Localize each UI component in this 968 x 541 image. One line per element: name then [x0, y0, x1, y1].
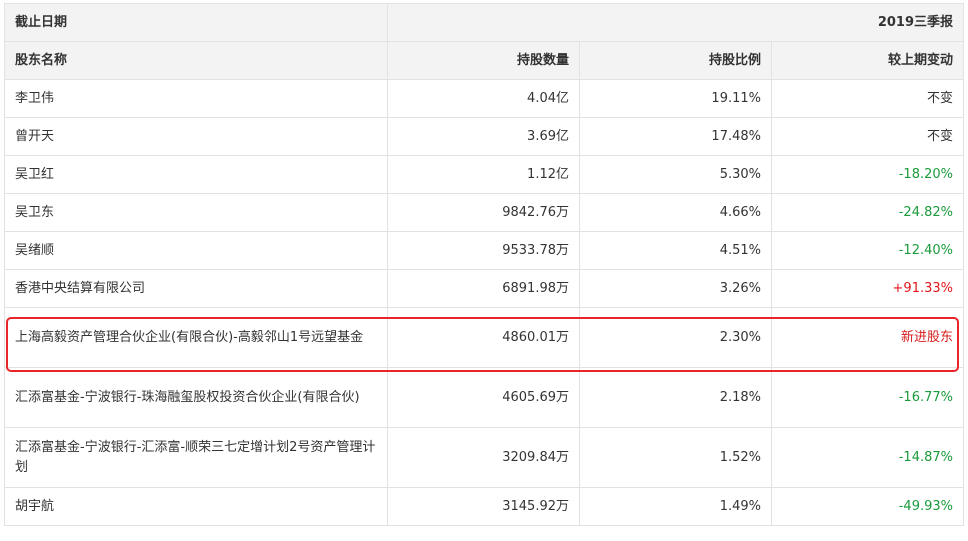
change-value: 不变 [771, 79, 964, 118]
change-value: -49.93% [771, 487, 964, 526]
shareholder-table-panel: 截止日期 2019三季报 股东名称 持股数量 持股比例 较上期变动 李卫伟 4.… [0, 0, 968, 541]
change-value: -12.40% [771, 231, 964, 270]
change-value: -14.87% [771, 427, 964, 488]
change-value: -24.82% [771, 193, 964, 232]
shareholder-name: 吴绪顺 [4, 231, 388, 270]
shareholder-name: 香港中央结算有限公司 [4, 269, 388, 308]
change-value: 不变 [771, 117, 964, 156]
col-header-change: 较上期变动 [771, 41, 964, 80]
share-count: 4605.69万 [387, 367, 580, 428]
change-value: -16.77% [771, 367, 964, 428]
col-header-shares: 持股数量 [387, 41, 580, 80]
period-header-row: 截止日期 2019三季报 [4, 3, 964, 42]
share-count: 9842.76万 [387, 193, 580, 232]
share-ratio: 1.49% [579, 487, 772, 526]
table-row: 吴绪顺 9533.78万 4.51% -12.40% [4, 231, 964, 270]
share-ratio: 5.30% [579, 155, 772, 194]
shareholder-name: 吴卫东 [4, 193, 388, 232]
table-row: 汇添富基金-宁波银行-汇添富-顺荣三七定增计划2号资产管理计划 3209.84万… [4, 427, 964, 488]
shareholder-name: 上海高毅资产管理合伙企业(有限合伙)-高毅邻山1号远望基金 [4, 307, 388, 368]
table-row: 胡宇航 3145.92万 1.49% -49.93% [4, 487, 964, 526]
share-count: 9533.78万 [387, 231, 580, 270]
table-row: 吴卫红 1.12亿 5.30% -18.20% [4, 155, 964, 194]
share-count: 3209.84万 [387, 427, 580, 488]
share-ratio: 1.52% [579, 427, 772, 488]
share-count: 4.04亿 [387, 79, 580, 118]
share-ratio: 17.48% [579, 117, 772, 156]
col-header-ratio: 持股比例 [579, 41, 772, 80]
share-count: 4860.01万 [387, 307, 580, 368]
share-count: 3.69亿 [387, 117, 580, 156]
change-value: 新进股东 [771, 307, 964, 368]
date-label: 截止日期 [4, 3, 388, 42]
share-ratio: 19.11% [579, 79, 772, 118]
table-row: 吴卫东 9842.76万 4.66% -24.82% [4, 193, 964, 232]
period-value: 2019三季报 [387, 3, 964, 42]
share-count: 1.12亿 [387, 155, 580, 194]
share-ratio: 2.30% [579, 307, 772, 368]
table-row: 汇添富基金-宁波银行-珠海融玺股权投资合伙企业(有限合伙) 4605.69万 2… [4, 367, 964, 428]
shareholder-name: 李卫伟 [4, 79, 388, 118]
shareholder-name: 汇添富基金-宁波银行-珠海融玺股权投资合伙企业(有限合伙) [4, 367, 388, 428]
shareholder-name: 胡宇航 [4, 487, 388, 526]
share-count: 6891.98万 [387, 269, 580, 308]
share-ratio: 4.51% [579, 231, 772, 270]
table-row: 李卫伟 4.04亿 19.11% 不变 [4, 79, 964, 118]
shareholder-name: 吴卫红 [4, 155, 388, 194]
change-value: -18.20% [771, 155, 964, 194]
share-ratio: 3.26% [579, 269, 772, 308]
shareholder-name: 曾开天 [4, 117, 388, 156]
table-row: 曾开天 3.69亿 17.48% 不变 [4, 117, 964, 156]
table-row-highlighted: 上海高毅资产管理合伙企业(有限合伙)-高毅邻山1号远望基金 4860.01万 2… [4, 307, 964, 368]
shareholder-name: 汇添富基金-宁波银行-汇添富-顺荣三七定增计划2号资产管理计划 [4, 427, 388, 488]
share-count: 3145.92万 [387, 487, 580, 526]
change-value: +91.33% [771, 269, 964, 308]
table-row: 香港中央结算有限公司 6891.98万 3.26% +91.33% [4, 269, 964, 308]
share-ratio: 4.66% [579, 193, 772, 232]
column-header-row: 股东名称 持股数量 持股比例 较上期变动 [4, 41, 964, 80]
share-ratio: 2.18% [579, 367, 772, 428]
col-header-name: 股东名称 [4, 41, 388, 80]
top-shareholders-table: 截止日期 2019三季报 股东名称 持股数量 持股比例 较上期变动 李卫伟 4.… [4, 3, 964, 526]
